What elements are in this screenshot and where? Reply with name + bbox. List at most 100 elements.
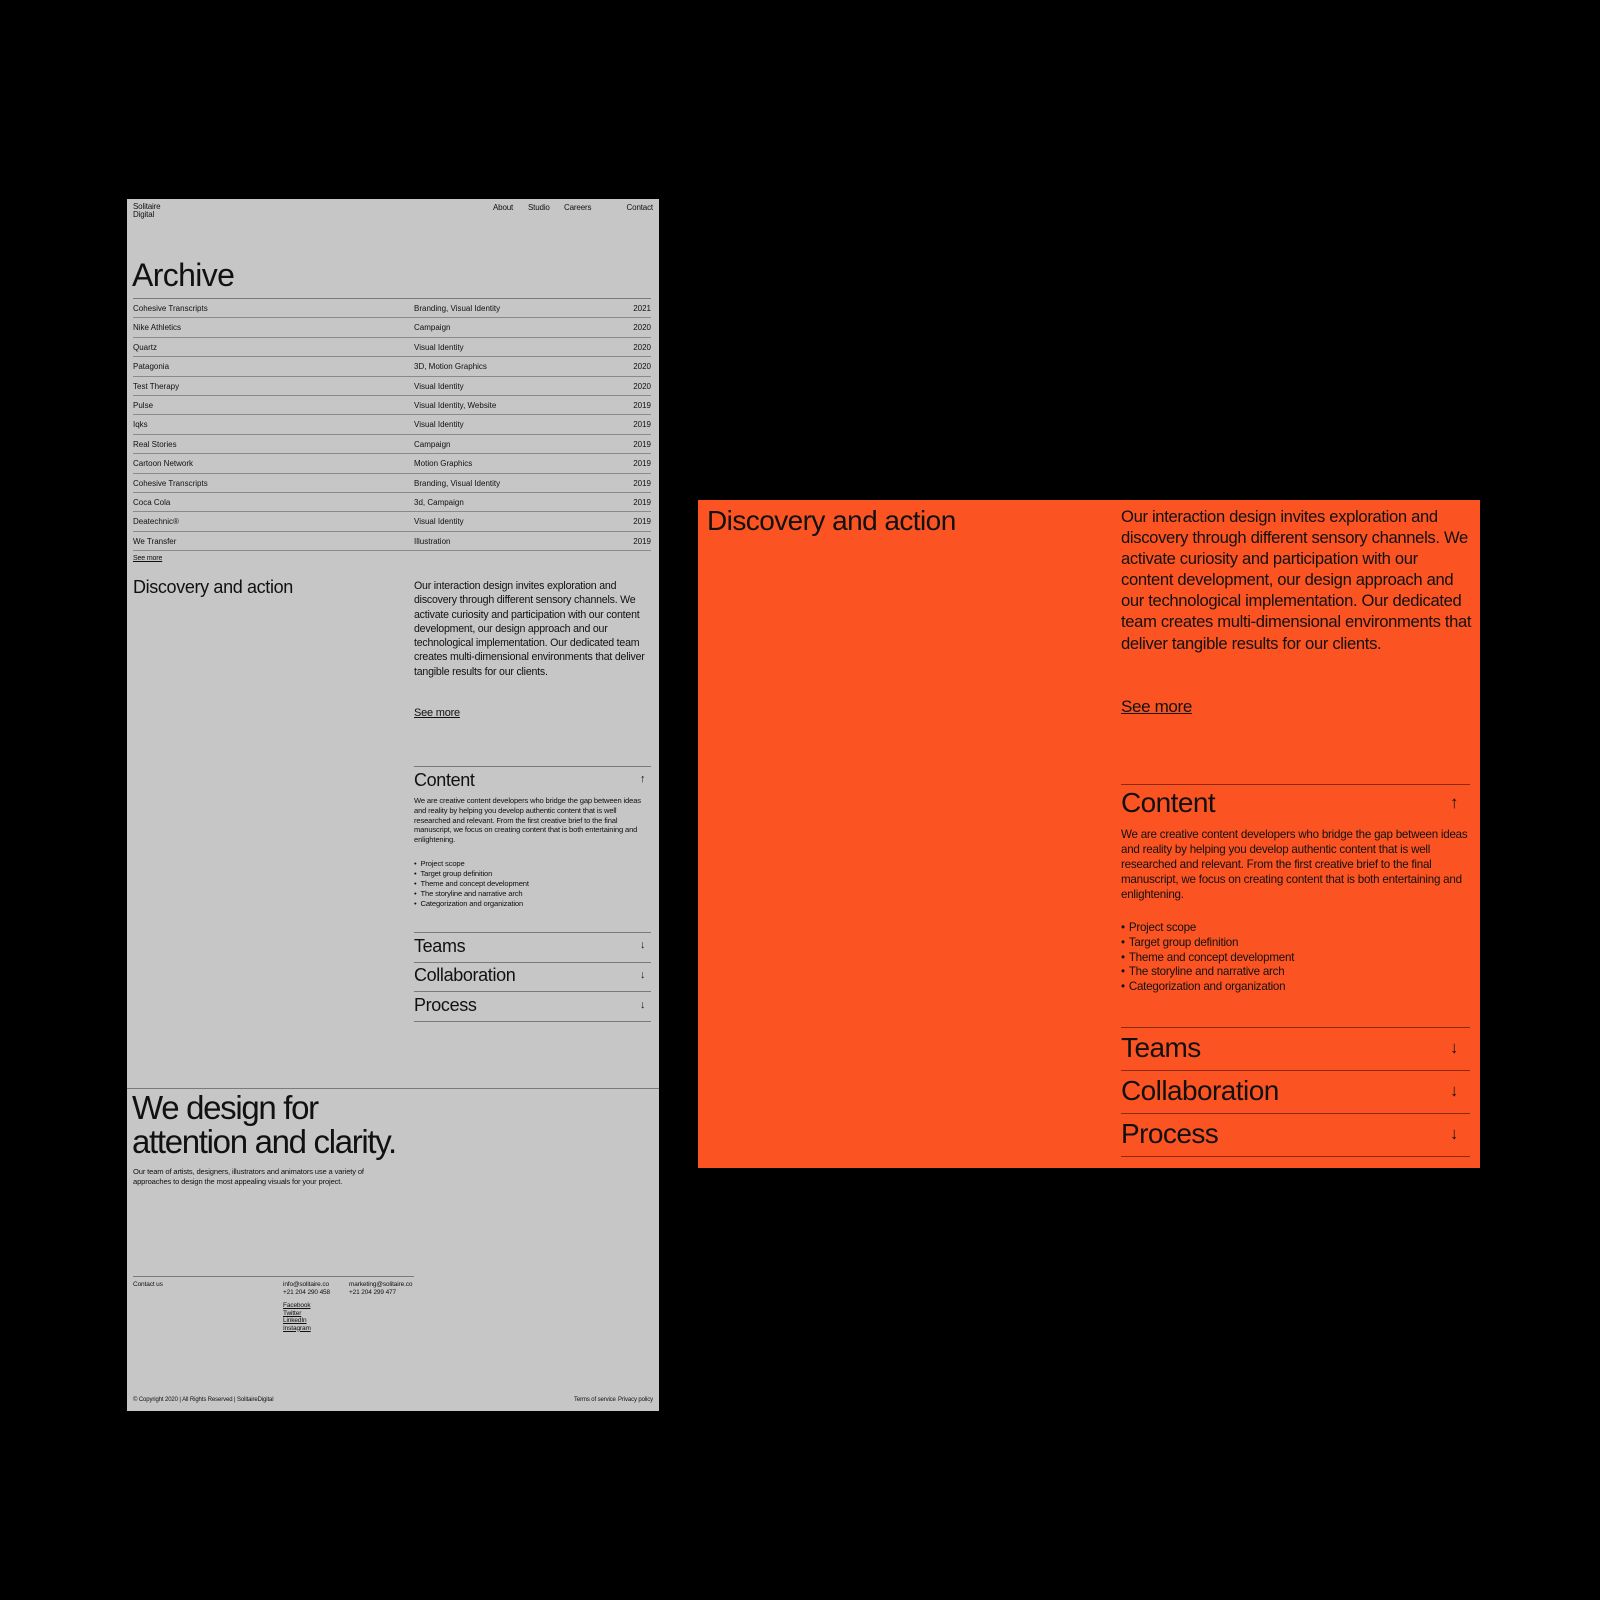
email-link[interactable]: info@solitaire.co bbox=[283, 1281, 330, 1289]
arrow-up-icon[interactable]: ↑ bbox=[1450, 793, 1459, 813]
bullet-item: Target group definition bbox=[1121, 936, 1294, 951]
social-link-instagram[interactable]: Instagram bbox=[283, 1325, 311, 1333]
archive-row[interactable]: Quartz Visual Identity 2020 bbox=[133, 338, 651, 358]
archive-row[interactable]: Iqks Visual Identity 2019 bbox=[133, 415, 651, 435]
archive-row[interactable]: Cartoon Network Motion Graphics 2019 bbox=[133, 454, 651, 474]
website-page-grey: Solitaire Digital About Studio Careers Co… bbox=[127, 199, 659, 1411]
nav-about[interactable]: About bbox=[493, 203, 513, 212]
accordion-process-title[interactable]: Process bbox=[1121, 1118, 1219, 1150]
archive-row[interactable]: Test Therapy Visual Identity 2020 bbox=[133, 377, 651, 396]
project-name: Quartz bbox=[133, 342, 158, 352]
project-category: Visual Identity bbox=[414, 517, 464, 527]
project-year: 2020 bbox=[633, 381, 651, 391]
project-year: 2019 bbox=[633, 498, 651, 507]
accordion-teams-title[interactable]: Teams bbox=[1121, 1032, 1201, 1064]
discovery-see-more-link[interactable]: See more bbox=[1121, 697, 1192, 717]
hero-line1: We design for bbox=[132, 1089, 319, 1126]
arrow-down-icon[interactable]: ↓ bbox=[1450, 1124, 1458, 1144]
arrow-down-icon[interactable]: ↓ bbox=[1450, 1038, 1458, 1058]
arrow-down-icon[interactable]: ↓ bbox=[640, 969, 645, 981]
project-category: Visual Identity bbox=[414, 420, 464, 430]
divider bbox=[414, 991, 651, 993]
accordion-teams-title[interactable]: Teams bbox=[414, 936, 466, 957]
bullet-item: Project scope bbox=[1121, 921, 1294, 936]
project-category: 3D, Motion Graphics bbox=[414, 362, 487, 372]
privacy-link[interactable]: Privacy policy bbox=[618, 1397, 653, 1403]
archive-row[interactable]: Cohesive Transcripts Branding, Visual Ide… bbox=[133, 474, 651, 493]
nav-studio[interactable]: Studio bbox=[528, 203, 550, 212]
project-name: Coca Cola bbox=[133, 498, 171, 507]
accordion-collaboration-title[interactable]: Collaboration bbox=[1121, 1075, 1279, 1107]
project-category: Visual Identity bbox=[414, 342, 464, 352]
arrow-down-icon[interactable]: ↓ bbox=[1450, 1081, 1458, 1101]
hero-line2: attention and clarity. bbox=[132, 1123, 397, 1160]
archive-title: Archive bbox=[132, 257, 235, 293]
project-category: Campaign bbox=[414, 439, 451, 449]
accordion-content-title[interactable]: Content bbox=[414, 770, 475, 791]
divider bbox=[1121, 1113, 1470, 1114]
project-year: 2019 bbox=[633, 401, 651, 410]
project-year: 2019 bbox=[633, 536, 651, 546]
project-year: 2019 bbox=[633, 478, 651, 488]
project-name: Deatechnic® bbox=[133, 517, 179, 527]
social-link-facebook[interactable]: Facebook bbox=[283, 1302, 311, 1310]
bullet-item: Categorization and organization bbox=[1121, 980, 1294, 995]
project-category: 3d, Campaign bbox=[414, 498, 464, 507]
archive-row[interactable]: Coca Cola 3d, Campaign 2019 bbox=[133, 493, 651, 513]
bullet-item: The storyline and narrative arch bbox=[414, 889, 529, 899]
contact-info-1: info@solitaire.co +21 204 290 458 bbox=[283, 1281, 330, 1296]
arrow-down-icon[interactable]: ↓ bbox=[640, 999, 645, 1011]
social-link-twitter[interactable]: Twitter bbox=[283, 1310, 311, 1318]
contact-info-2: marketing@solitaire.co +21 204 299 477 bbox=[349, 1281, 412, 1296]
bullet-item: Theme and concept development bbox=[1121, 951, 1295, 966]
divider bbox=[414, 961, 651, 963]
nav-careers[interactable]: Careers bbox=[564, 203, 592, 212]
archive-row[interactable]: Real Stories Campaign 2019 bbox=[133, 435, 651, 455]
terms-link[interactable]: Terms of service bbox=[574, 1397, 616, 1403]
project-year: 2019 bbox=[633, 439, 651, 449]
project-year: 2019 bbox=[633, 459, 651, 469]
hero-body: Our team of artists, designers, illustra… bbox=[133, 1167, 364, 1186]
archive-row[interactable]: Pulse Visual Identity, Website 2019 bbox=[133, 396, 651, 416]
project-year: 2020 bbox=[633, 342, 651, 352]
archive-row[interactable]: Cohesive Transcripts Branding, Visual Ide… bbox=[133, 299, 651, 319]
arrow-up-icon[interactable]: ↑ bbox=[640, 773, 646, 785]
divider bbox=[1121, 784, 1470, 785]
arrow-down-icon[interactable]: ↓ bbox=[640, 939, 645, 951]
email-link[interactable]: marketing@solitaire.co bbox=[349, 1281, 412, 1289]
divider bbox=[414, 766, 651, 767]
project-year: 2020 bbox=[633, 362, 651, 372]
accordion-collaboration-title[interactable]: Collaboration bbox=[414, 965, 516, 986]
project-name: Cohesive Transcripts bbox=[133, 304, 208, 313]
project-category: Campaign bbox=[414, 323, 451, 333]
project-category: Branding, Visual Identity bbox=[414, 478, 501, 488]
accordion-content-title[interactable]: Content bbox=[1121, 787, 1216, 819]
project-category: Illustration bbox=[414, 536, 451, 546]
project-name: Real Stories bbox=[133, 439, 177, 449]
content-bullet-list: Project scopeTarget group definitionThem… bbox=[1121, 921, 1295, 995]
project-category: Motion Graphics bbox=[414, 459, 473, 469]
archive-row[interactable]: Patagonia 3D, Motion Graphics 2020 bbox=[133, 357, 651, 377]
brand-logo[interactable]: Solitaire Digital bbox=[133, 203, 161, 219]
divider bbox=[133, 1276, 414, 1277]
bullet-item: Theme and concept development bbox=[414, 879, 529, 889]
divider bbox=[414, 1021, 651, 1023]
contact-label: Contact us bbox=[133, 1281, 163, 1288]
social-links: Facebook Twitter LinkedIn Instagram bbox=[283, 1302, 311, 1332]
accordion-process-title[interactable]: Process bbox=[414, 995, 477, 1016]
archive-see-more-link[interactable]: See more bbox=[133, 555, 162, 562]
discovery-body: Our interaction design invites explorati… bbox=[414, 580, 645, 678]
nav-contact[interactable]: Contact bbox=[627, 203, 654, 212]
discovery-see-more-link[interactable]: See more bbox=[414, 707, 460, 719]
brand-line2: Digital bbox=[133, 210, 155, 219]
social-link-linkedin[interactable]: LinkedIn bbox=[283, 1317, 311, 1325]
hero-heading: We design for attention and clarity. bbox=[132, 1089, 397, 1160]
archive-row[interactable]: Deatechnic® Visual Identity 2019 bbox=[133, 512, 651, 532]
accordion-content-body: We are creative content developers who b… bbox=[414, 796, 641, 845]
project-year: 2020 bbox=[633, 323, 651, 333]
archive-row[interactable]: Nike Athletics Campaign 2020 bbox=[133, 318, 651, 338]
discovery-title: Discovery and action bbox=[133, 577, 293, 597]
archive-row[interactable]: We Transfer Illustration 2019 bbox=[133, 532, 651, 552]
divider bbox=[1121, 1027, 1470, 1028]
discovery-title: Discovery and action bbox=[707, 505, 956, 536]
